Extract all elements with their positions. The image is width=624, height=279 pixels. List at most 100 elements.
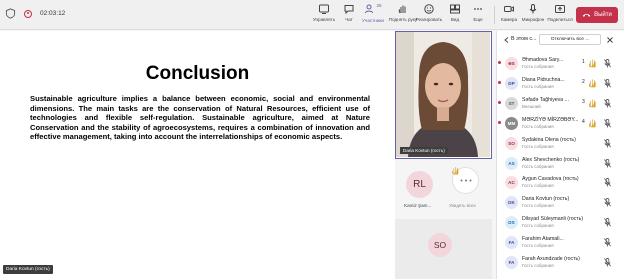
- mic-off-icon[interactable]: [603, 177, 612, 188]
- slide-body: Sustainable agriculture implies a balanc…: [30, 94, 370, 142]
- notification-dot: [498, 100, 501, 104]
- participant-role: Гость собрания: [522, 163, 554, 169]
- avatar-initials: SO: [433, 240, 447, 250]
- avatar-initials: FA: [508, 260, 515, 265]
- mic-off-icon[interactable]: [603, 237, 612, 248]
- participant-name: Diana Pidruchna...: [522, 76, 565, 83]
- close-icon[interactable]: [607, 37, 613, 43]
- participant-row[interactable]: DP Diana Pidruchna... Гость собрания 2: [497, 73, 624, 94]
- participant-row[interactable]: FA Farahim Atamali... Гость собрания: [497, 232, 624, 253]
- participant-name: Sydakina Olena (гость): [522, 136, 576, 143]
- participant-row[interactable]: ƏS Əhmadova Sary... Гость собрания 1: [497, 53, 624, 74]
- participants-button[interactable]: 25 Участники: [358, 3, 388, 23]
- camera-icon: [504, 6, 514, 12]
- avatar-rl[interactable]: RL: [406, 171, 433, 198]
- avatar-initials: ƏS: [508, 61, 515, 66]
- avatar-initials: DS: [508, 220, 515, 226]
- participant-avatar: AC: [505, 176, 518, 190]
- participant-avatar: DS: [505, 216, 518, 230]
- mute-all-button[interactable]: Отключить все ...: [539, 34, 601, 45]
- avatar-initials: MM: [507, 120, 516, 126]
- mic-off-icon[interactable]: [603, 197, 612, 208]
- manage-icon: [319, 4, 329, 14]
- react-icon: [424, 4, 434, 14]
- share-icon: [555, 5, 565, 13]
- participant-role: Гость собрания: [522, 203, 554, 209]
- participant-role: Гость собрания: [522, 143, 554, 149]
- leave-label: Выйти: [594, 12, 612, 18]
- microphone-label: Микрофон: [521, 17, 545, 22]
- hand-order: 2: [582, 78, 585, 85]
- mic-off-icon[interactable]: [603, 118, 612, 129]
- mic-icon: [529, 4, 537, 14]
- view-all-button[interactable]: [452, 167, 479, 194]
- avatar-initials: ST: [508, 100, 515, 106]
- video-tile-so[interactable]: SO: [395, 219, 492, 279]
- mic-off-icon[interactable]: [603, 217, 612, 228]
- participant-row[interactable]: ST Səfadə Tağhiyeva ... Внешний 3: [497, 93, 624, 114]
- participant-name: Farahim Atamali...: [522, 236, 564, 243]
- chevron-left-icon[interactable]: [504, 37, 509, 43]
- raised-hand-icon: [588, 119, 596, 127]
- participant-row[interactable]: AC Aygun Cavadova (гость) Гость собрания: [497, 172, 624, 193]
- participant-role: Гость собрания: [522, 64, 554, 69]
- video-name-tag: Daria Kovtun (гость): [400, 147, 448, 154]
- participant-role: Гость собрания: [522, 123, 554, 129]
- participant-name: Aygun Cavadova (гость): [522, 176, 579, 183]
- avatar-initials: AS: [508, 160, 515, 166]
- participant-name: Farah Axundzade (гость): [522, 256, 580, 262]
- avatar-initials: DK: [508, 200, 515, 206]
- participant-row[interactable]: SO Sydakina Olena (гость) Гость собрания: [497, 133, 624, 154]
- participant-row[interactable]: AS Alex Shevchenko (гость) Гость собрания: [497, 153, 624, 174]
- raise-hand-icon: [398, 5, 406, 14]
- mic-off-icon[interactable]: [603, 58, 612, 69]
- participant-avatar: FA: [505, 236, 518, 250]
- mic-off-icon[interactable]: [603, 158, 612, 169]
- more-icon: [460, 179, 472, 182]
- more-button[interactable]: Еще: [464, 3, 492, 22]
- participant-name: Dilsyad Süleymanli (гость): [522, 216, 584, 223]
- share-button[interactable]: Поделиться: [545, 3, 575, 22]
- avatar-initials: RL: [413, 179, 426, 190]
- participants-label: Участники: [362, 18, 384, 23]
- avatar-initials: DP: [508, 80, 515, 86]
- participant-row[interactable]: DK Daria Kovtun (гость) Гость собрания: [497, 192, 624, 213]
- video-tile-speaker[interactable]: Daria Kovtun (гость): [395, 31, 492, 159]
- microphone-button[interactable]: Микрофон: [518, 3, 548, 22]
- participant-row[interactable]: FA Farah Axundzade (гость) Гость собрания: [497, 252, 624, 273]
- notification-dot: [498, 120, 501, 124]
- participant-role: Гость собрания: [522, 83, 554, 89]
- view-icon: [450, 4, 460, 14]
- phone-hangup-icon: [582, 13, 591, 17]
- participant-role: Гость собрания: [522, 183, 554, 189]
- participant-avatar: ƏS: [505, 57, 518, 70]
- notification-dot: [498, 61, 501, 64]
- participant-video: [396, 32, 490, 157]
- mic-off-icon[interactable]: [603, 138, 612, 149]
- participant-row[interactable]: DS Dilsyad Süleymanli (гость) Гость собран…: [497, 212, 624, 233]
- mic-off-icon[interactable]: [603, 78, 612, 89]
- panel-header: В этом с... Отключить все ...: [497, 31, 624, 49]
- manage-button[interactable]: Управлять: [310, 3, 338, 22]
- participant-avatar: DP: [505, 76, 518, 90]
- participant-name: Əhmadova Sary...: [522, 57, 564, 63]
- panel-title: В этом с...: [511, 36, 537, 42]
- participant-avatar: DK: [505, 196, 518, 210]
- raised-hand-icon: [588, 79, 596, 88]
- meeting-timer: 02:03:12: [40, 10, 66, 17]
- mic-off-icon[interactable]: [603, 257, 612, 268]
- avatar-initials: FA: [508, 240, 515, 246]
- participant-avatar: ST: [505, 96, 518, 110]
- mic-off-icon[interactable]: [603, 98, 612, 109]
- slide-title: Conclusion: [145, 63, 250, 84]
- leave-button[interactable]: Выйти: [576, 7, 618, 23]
- chat-icon: [344, 5, 354, 15]
- participant-row[interactable]: MM MƏRZİYƏ MİRZƏBƏY... Гость собрания 4: [497, 113, 624, 134]
- participant-role: Гость собрания: [522, 263, 554, 268]
- recording-icon: [24, 9, 32, 18]
- shield-icon[interactable]: [5, 8, 16, 19]
- hand-order: 4: [582, 118, 585, 125]
- meeting-toolbar: 02:03:12 Управлять Чат 25 Участники Подн…: [0, 0, 624, 30]
- share-label: Поделиться: [547, 17, 573, 22]
- more-label: Еще: [473, 17, 483, 22]
